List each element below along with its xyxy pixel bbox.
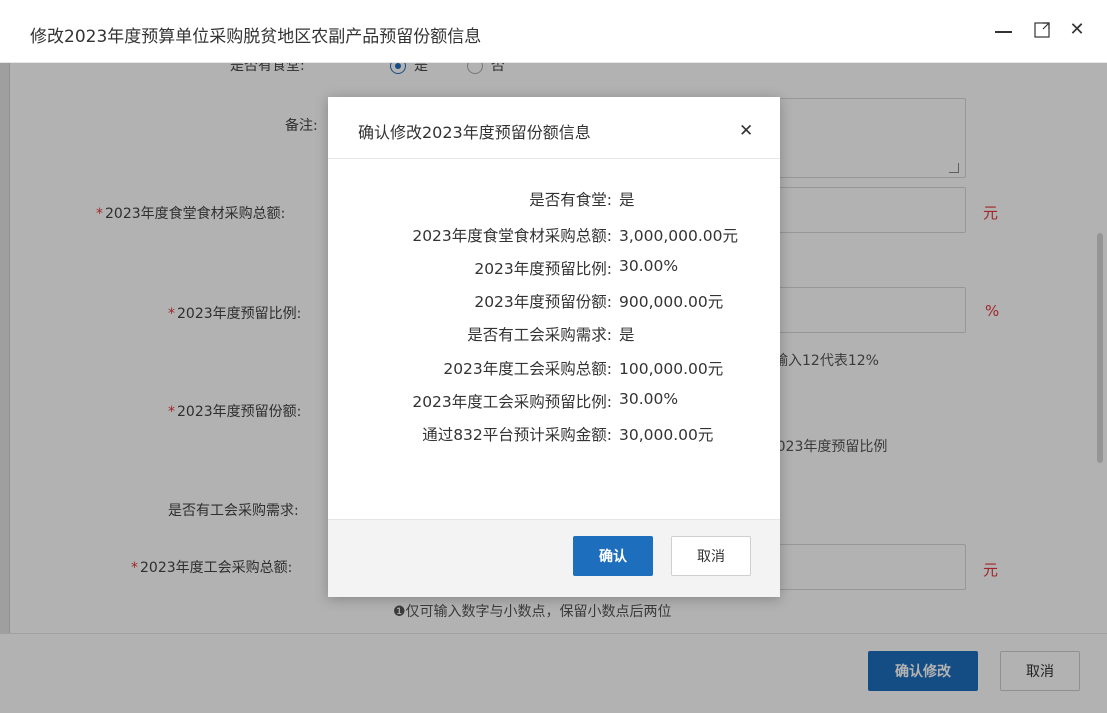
- window-header: 修改2023年度预算单位采购脱贫地区农副产品预留份额信息 ✕: [0, 0, 1107, 63]
- minimize-icon[interactable]: [992, 18, 1014, 42]
- info-row: 2023年度预留份额: 900,000.00元: [328, 290, 780, 320]
- info-label: 2023年度食堂食材采购总额:: [412, 227, 612, 245]
- info-value: 900,000.00元: [619, 293, 724, 311]
- info-label: 2023年度预留比例:: [474, 260, 612, 278]
- info-value: 100,000.00元: [619, 360, 724, 378]
- dialog-confirm-button[interactable]: 确认: [573, 536, 653, 576]
- info-row: 通过832平台预计采购金额: 30,000.00元: [328, 423, 780, 453]
- dialog-body: 是否有食堂: 是 2023年度食堂食材采购总额: 3,000,000.00元 2…: [328, 159, 780, 519]
- info-value: 是: [619, 326, 635, 344]
- info-row: 是否有食堂: 是: [328, 188, 780, 218]
- info-label: 2023年度工会采购预留比例:: [412, 393, 612, 411]
- info-label: 是否有工会采购需求:: [467, 326, 612, 344]
- info-value: 30.00%: [619, 390, 679, 408]
- confirm-dialog: 确认修改2023年度预留份额信息 ✕ 是否有食堂: 是 2023年度食堂食材采购…: [328, 97, 780, 597]
- dialog-cancel-button[interactable]: 取消: [671, 536, 751, 576]
- info-row: 2023年度工会采购预留比例: 30.00%: [328, 390, 780, 420]
- dialog-title: 确认修改2023年度预留份额信息: [358, 123, 591, 142]
- info-row: 2023年度工会采购总额: 100,000.00元: [328, 357, 780, 387]
- info-value: 30.00%: [619, 257, 679, 275]
- info-row: 是否有工会采购需求: 是: [328, 323, 780, 353]
- info-label: 通过832平台预计采购金额:: [422, 426, 612, 444]
- close-icon[interactable]: ✕: [1066, 18, 1088, 42]
- info-value: 3,000,000.00元: [619, 227, 739, 245]
- maximize-icon[interactable]: [1031, 18, 1053, 42]
- info-row: 2023年度预留比例: 30.00%: [328, 257, 780, 287]
- dialog-close-icon[interactable]: ✕: [739, 121, 753, 141]
- dialog-footer: 确认 取消: [328, 519, 780, 597]
- info-value: 是: [619, 191, 635, 209]
- info-label: 2023年度预留份额:: [474, 293, 612, 311]
- info-label: 是否有食堂:: [529, 191, 612, 209]
- info-row: 2023年度食堂食材采购总额: 3,000,000.00元: [328, 224, 780, 254]
- window-title: 修改2023年度预算单位采购脱贫地区农副产品预留份额信息: [30, 27, 482, 47]
- info-label: 2023年度工会采购总额:: [443, 360, 612, 378]
- info-value: 30,000.00元: [619, 426, 714, 444]
- dialog-header: 确认修改2023年度预留份额信息 ✕: [328, 97, 780, 159]
